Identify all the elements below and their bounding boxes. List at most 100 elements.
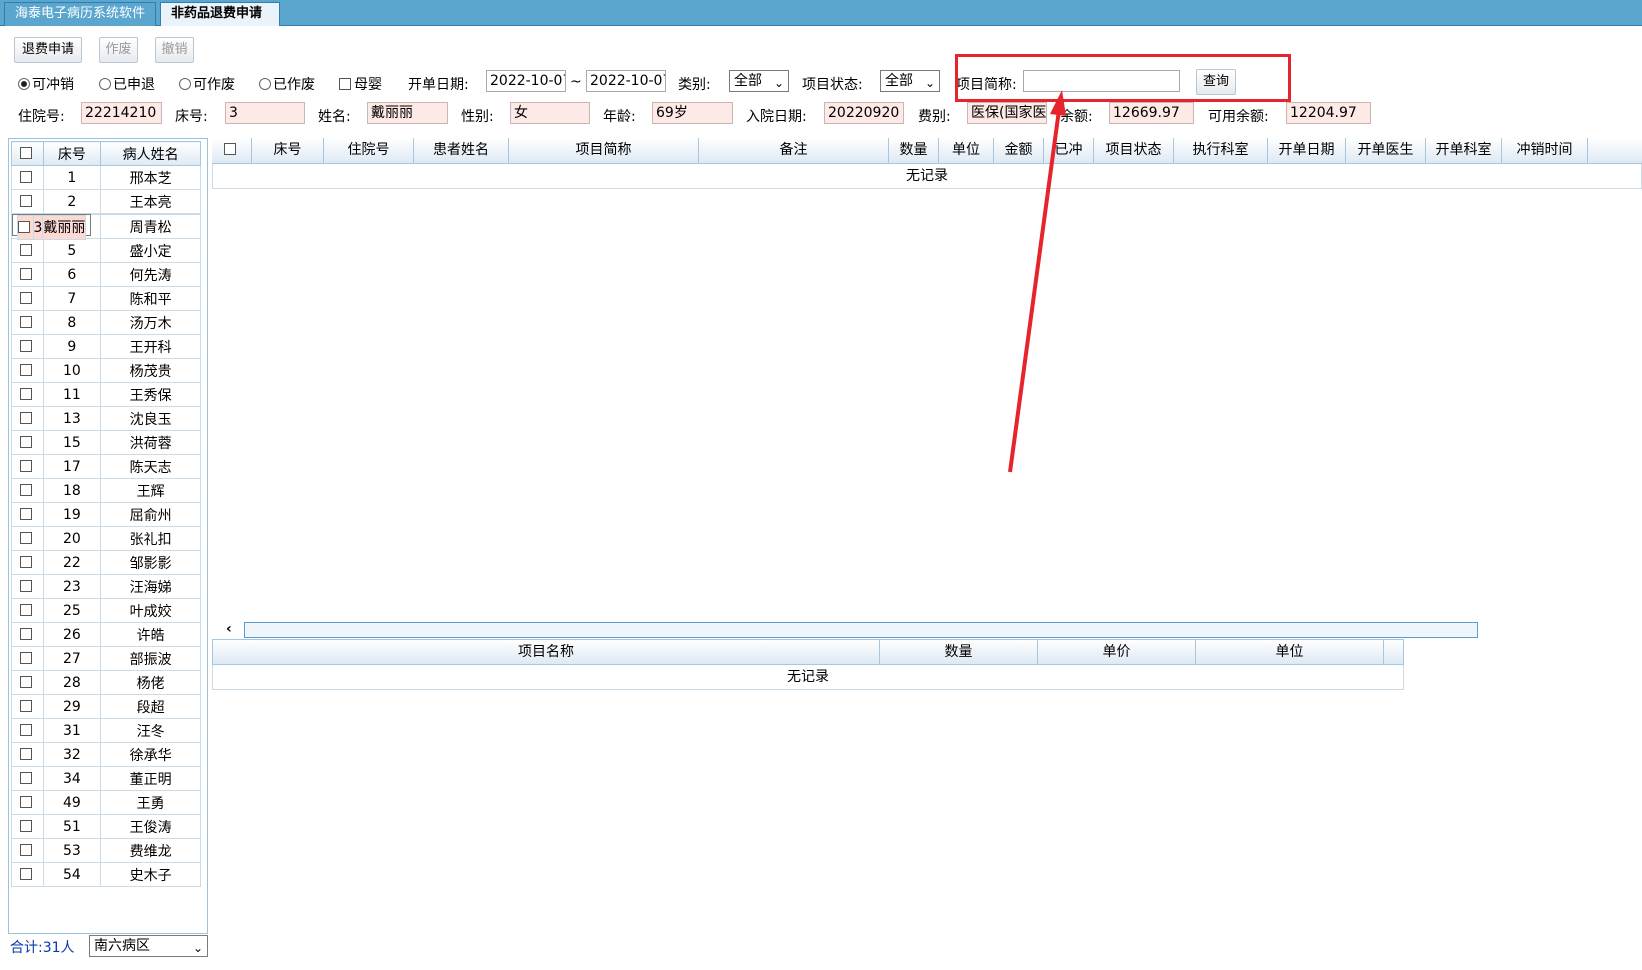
checkbox-icon[interactable] <box>19 651 32 664</box>
checkbox-icon[interactable] <box>19 291 32 304</box>
row-checkbox-cell[interactable] <box>11 334 44 359</box>
patient-row[interactable]: 5 盛小定 <box>11 238 201 263</box>
patient-row[interactable]: 49 王勇 <box>11 790 201 815</box>
row-checkbox-cell[interactable] <box>11 646 44 671</box>
row-checkbox-cell[interactable] <box>11 766 44 791</box>
select-all-cell[interactable] <box>11 141 44 166</box>
checkbox-icon[interactable] <box>19 747 32 760</box>
row-checkbox-cell[interactable] <box>16 215 34 240</box>
scrollbar-track[interactable] <box>244 622 1478 638</box>
patient-row[interactable]: 13 沈良玉 <box>11 406 201 431</box>
column-header[interactable]: 备注 <box>699 138 889 163</box>
patient-row[interactable]: 1 邢本芝 <box>11 165 201 190</box>
patient-row[interactable]: 54 史木子 <box>11 862 201 887</box>
row-checkbox-cell[interactable] <box>11 790 44 815</box>
patient-row[interactable]: 2 王本亮 <box>11 189 201 214</box>
column-header[interactable]: 项目状态 <box>1094 138 1174 163</box>
radio-voided[interactable]: 已作废 <box>259 74 315 94</box>
row-checkbox-cell[interactable] <box>11 165 44 190</box>
column-header[interactable]: 住院号 <box>324 138 414 163</box>
row-checkbox-cell[interactable] <box>11 718 44 743</box>
patient-row[interactable]: 26 许皓 <box>11 622 201 647</box>
checkbox-icon[interactable] <box>19 843 32 856</box>
checkbox-icon[interactable] <box>19 819 32 832</box>
checkbox-icon[interactable] <box>19 771 32 784</box>
row-checkbox-cell[interactable] <box>11 454 44 479</box>
patient-row[interactable]: 51 王俊涛 <box>11 814 201 839</box>
col-patient-name[interactable]: 病人姓名 <box>100 141 201 166</box>
patient-row[interactable]: 22 邹影影 <box>11 550 201 575</box>
checkbox-icon[interactable] <box>19 627 32 640</box>
row-checkbox-cell[interactable] <box>11 262 44 287</box>
checkbox-icon[interactable] <box>17 220 30 233</box>
patient-row[interactable]: 18 王辉 <box>11 478 201 503</box>
checkbox-icon[interactable] <box>19 459 32 472</box>
checkbox-icon[interactable] <box>19 531 32 544</box>
row-checkbox-cell[interactable] <box>11 550 44 575</box>
checkbox-icon[interactable] <box>19 579 32 592</box>
column-header[interactable]: 床号 <box>252 138 324 163</box>
patient-row[interactable]: 8 汤万木 <box>11 310 201 335</box>
patient-row[interactable]: 32 徐承华 <box>11 742 201 767</box>
row-checkbox-cell[interactable] <box>11 838 44 863</box>
row-checkbox-cell[interactable] <box>11 814 44 839</box>
patient-row[interactable]: 27 部振波 <box>11 646 201 671</box>
checkbox-icon[interactable] <box>19 483 32 496</box>
row-checkbox-cell[interactable] <box>11 574 44 599</box>
patient-row[interactable]: 10 杨茂贵 <box>11 358 201 383</box>
radio-refunded[interactable]: 已申退 <box>99 74 155 94</box>
checkbox-icon[interactable] <box>19 723 32 736</box>
void-button[interactable]: 作废 <box>99 37 138 63</box>
checkbox-icon[interactable] <box>19 315 32 328</box>
row-checkbox-cell[interactable] <box>11 862 44 887</box>
row-checkbox-cell[interactable] <box>11 406 44 431</box>
patient-row[interactable]: 11 王秀保 <box>11 382 201 407</box>
column-header[interactable]: 患者姓名 <box>414 138 509 163</box>
item-status-select[interactable]: 全部 ⌄ <box>880 70 940 92</box>
radio-voidable[interactable]: 可作废 <box>179 74 235 94</box>
checkbox-icon[interactable] <box>19 699 32 712</box>
date-to-input[interactable]: 2022-10-07 <box>586 70 666 92</box>
checkbox-icon[interactable] <box>19 795 32 808</box>
row-checkbox-cell[interactable] <box>11 478 44 503</box>
patient-row[interactable]: 3 戴丽丽 <box>11 214 92 240</box>
patient-row[interactable]: 7 陈和平 <box>11 286 201 311</box>
category-select[interactable]: 全部 ⌄ <box>729 70 789 92</box>
checkbox-icon[interactable] <box>19 194 32 207</box>
checkbox-icon[interactable] <box>19 146 32 159</box>
row-checkbox-cell[interactable] <box>11 430 44 455</box>
column-header[interactable]: 数量 <box>889 138 939 163</box>
column-header[interactable]: 开单科室 <box>1426 138 1502 163</box>
checkbox-icon[interactable] <box>19 170 32 183</box>
patient-row[interactable]: 9 王开科 <box>11 334 201 359</box>
row-checkbox-cell[interactable] <box>11 694 44 719</box>
column-header[interactable]: 已冲 <box>1044 138 1094 163</box>
column-header[interactable]: 单价 <box>1038 640 1196 664</box>
row-checkbox-cell[interactable] <box>11 310 44 335</box>
checkbox-icon[interactable] <box>19 411 32 424</box>
radio-reversible[interactable]: 可冲销 <box>18 74 74 94</box>
patient-row[interactable]: 23 汪海娣 <box>11 574 201 599</box>
column-header[interactable]: 数量 <box>880 640 1038 664</box>
column-header[interactable]: 开单医生 <box>1346 138 1426 163</box>
row-checkbox-cell[interactable] <box>11 598 44 623</box>
checkbox-icon[interactable] <box>19 675 32 688</box>
patient-row[interactable]: 17 陈天志 <box>11 454 201 479</box>
row-checkbox-cell[interactable] <box>11 358 44 383</box>
tab-emr-software[interactable]: 海泰电子病历系统软件 <box>4 2 156 26</box>
checkbox-icon[interactable] <box>224 143 236 155</box>
row-checkbox-cell[interactable] <box>11 502 44 527</box>
patient-row[interactable]: 31 汪冬 <box>11 718 201 743</box>
tab-nondrug-refund[interactable]: 非药品退费申请 <box>160 2 280 26</box>
row-checkbox-cell[interactable] <box>11 286 44 311</box>
patient-row[interactable]: 20 张礼扣 <box>11 526 201 551</box>
patient-row[interactable]: 6 何先涛 <box>11 262 201 287</box>
mother-baby-checkbox[interactable]: 母婴 <box>339 74 382 94</box>
column-header[interactable]: 项目名称 <box>213 640 880 664</box>
row-checkbox-cell[interactable] <box>11 526 44 551</box>
row-checkbox-cell[interactable] <box>11 742 44 767</box>
checkbox-icon[interactable] <box>19 435 32 448</box>
checkbox-icon[interactable] <box>19 603 32 616</box>
revoke-button[interactable]: 撤销 <box>155 37 194 63</box>
chevron-left-icon[interactable]: ‹ <box>226 621 232 637</box>
